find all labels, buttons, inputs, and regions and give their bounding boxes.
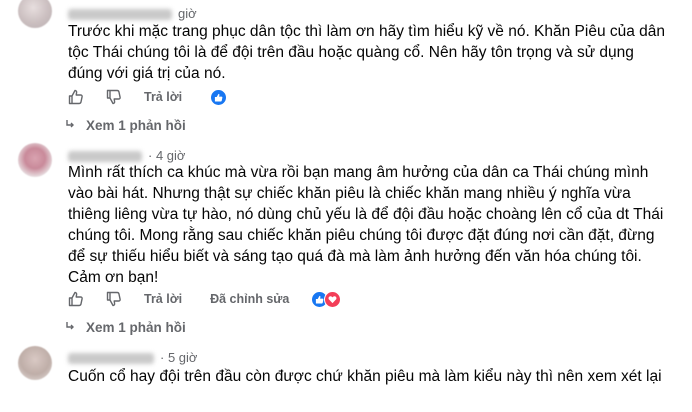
comment-meta: · 5 giờ (68, 350, 197, 365)
author-name-blurred[interactable] (68, 353, 154, 365)
reply-button[interactable]: Trả lời (144, 292, 182, 306)
thumbs-up-icon[interactable] (68, 89, 84, 105)
comment-text: Trước khi mặc trang phục dân tộc thì làm… (68, 23, 666, 82)
comment-time[interactable]: · 4 giờ (148, 148, 185, 163)
comment-time[interactable]: · 5 giờ (160, 350, 197, 365)
comment-actions: Trả lời (68, 87, 228, 107)
view-replies-label: Xem 1 phản hồi (86, 118, 186, 133)
love-reaction-icon (324, 290, 342, 308)
avatar[interactable] (18, 346, 52, 380)
comment-text: Mình rất thích ca khúc mà vừa rồi bạn ma… (68, 164, 664, 286)
comment-meta: · 4 giờ (68, 148, 185, 163)
reply-arrow-icon (64, 118, 76, 133)
thumbs-up-icon[interactable] (68, 291, 84, 307)
view-replies-link[interactable]: Xem 1 phản hồi (64, 118, 186, 133)
view-replies-label: Xem 1 phản hồi (86, 320, 186, 335)
comment-actions: Trả lời Đã chỉnh sửa (68, 289, 342, 309)
avatar[interactable] (18, 0, 52, 28)
reply-arrow-icon (64, 320, 76, 335)
like-reaction-icon (210, 88, 228, 106)
thumbs-down-icon[interactable] (106, 291, 122, 307)
comment-time[interactable]: giờ (178, 6, 197, 21)
reaction-summary[interactable] (210, 88, 228, 106)
reaction-summary[interactable] (311, 290, 342, 308)
avatar[interactable] (18, 143, 52, 177)
comment-text: Cuốn cổ hay đội trên đầu còn được chứ kh… (68, 368, 662, 385)
reply-button[interactable]: Trả lời (144, 90, 182, 104)
author-name-blurred[interactable] (68, 151, 142, 163)
author-name-blurred[interactable] (68, 9, 172, 21)
view-replies-link[interactable]: Xem 1 phản hồi (64, 320, 186, 335)
comment-meta: giờ (68, 6, 197, 21)
edited-label[interactable]: Đã chỉnh sửa (210, 292, 289, 306)
thumbs-down-icon[interactable] (106, 89, 122, 105)
